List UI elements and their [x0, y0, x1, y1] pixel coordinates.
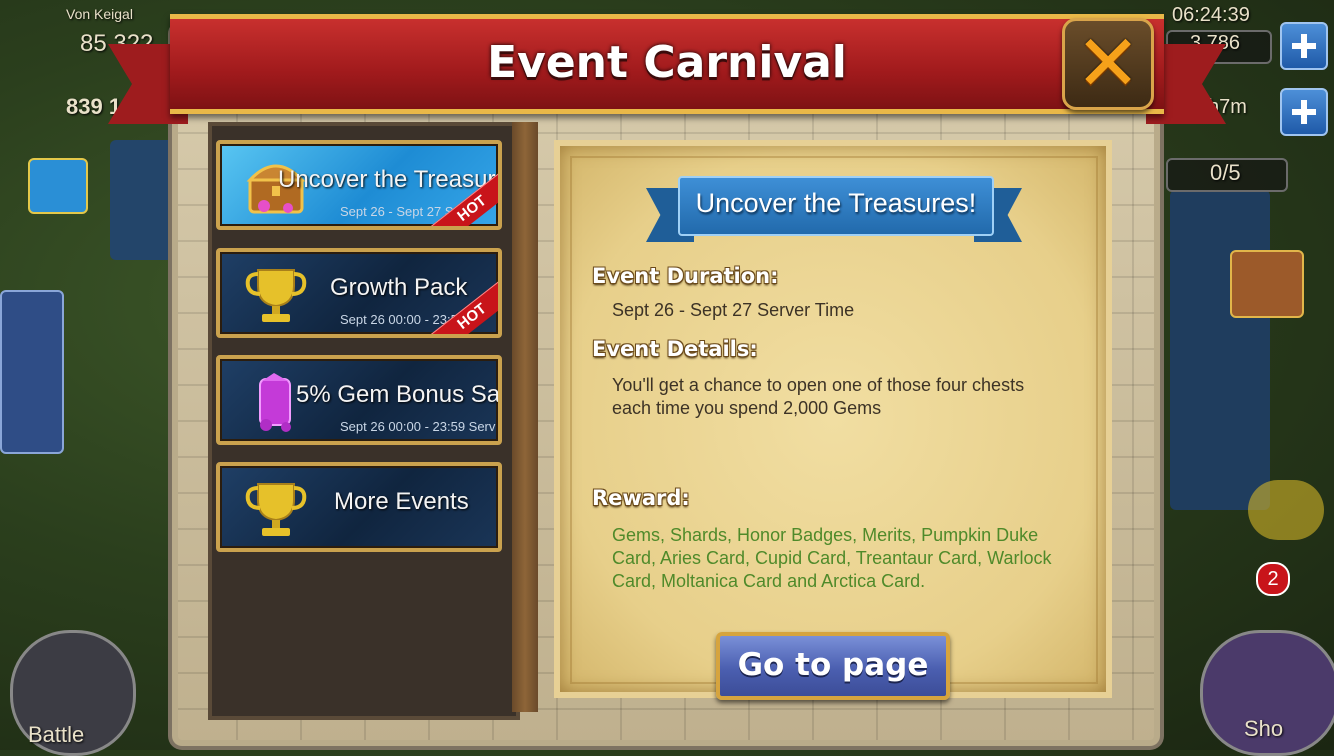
trophy-icon: [245, 269, 307, 322]
quest-counter: 0/5: [1210, 160, 1241, 185]
reward-text: Gems, Shards, Honor Badges, Merits, Pump…: [612, 525, 1052, 591]
close-x-icon: ✕: [1075, 19, 1141, 109]
banner-body: Event Carnival: [170, 14, 1164, 114]
add-gems-button[interactable]: [1280, 22, 1328, 70]
treasure-chest-decor: [1230, 250, 1304, 318]
dialog-title: Event Carnival: [487, 37, 847, 88]
event-tab-more-events[interactable]: More Events: [216, 462, 502, 552]
event-tab-growth-pack[interactable]: Growth Pack Sept 26 00:00 - 23:5 HOT: [216, 248, 502, 338]
castle-wall-left: [110, 140, 180, 260]
battle-label: Battle: [28, 722, 85, 747]
event-tab-gem-bonus-sale[interactable]: 5% Gem Bonus Sale Sept 26 00:00 - 23:59 …: [216, 355, 502, 445]
details-heading: Event Details:: [592, 337, 758, 361]
tab-date: Sept 26 00:00 - 23:5: [340, 312, 458, 327]
tab-date: Sept 26 - Sept 27 S: [340, 204, 454, 219]
go-to-page-button[interactable]: Go to page: [716, 632, 950, 700]
duration-text: Sept 26 - Sept 27 Server Time: [612, 300, 855, 320]
tab-title: More Events: [334, 488, 469, 515]
trophy-icon: [245, 483, 307, 536]
tab-title: Uncover the Treasures: [278, 166, 502, 193]
tab-title: 5% Gem Bonus Sale: [296, 381, 502, 408]
mail-badge: 2: [1256, 562, 1290, 596]
event-tab-uncover-treasures[interactable]: Uncover the Treasures Sept 26 - Sept 27 …: [216, 140, 502, 230]
chat-panel[interactable]: [0, 290, 64, 454]
tab-title: Growth Pack: [330, 274, 468, 301]
event-title: Uncover the Treasures!: [695, 188, 977, 218]
close-button[interactable]: ✕: [1062, 18, 1154, 110]
castle-wall-right: [1170, 190, 1270, 510]
event-title-ribbon: Uncover the Treasures!: [646, 176, 1022, 242]
shop-label: Sho: [1244, 716, 1284, 741]
panel-divider: [512, 122, 538, 712]
details-text: You'll get a chance to open one of those…: [612, 375, 1025, 418]
add-speedup-button[interactable]: [1280, 88, 1328, 136]
title-banner: Event Carnival: [108, 14, 1226, 124]
ribbon-body: Uncover the Treasures!: [678, 176, 994, 236]
duration-heading: Event Duration:: [592, 264, 779, 288]
reward-heading: Reward:: [592, 486, 690, 510]
tab-date: Sept 26 00:00 - 23:59 Serv: [340, 419, 496, 434]
gift-icon[interactable]: [28, 158, 88, 214]
move-arrows-icon[interactable]: [1248, 480, 1324, 540]
